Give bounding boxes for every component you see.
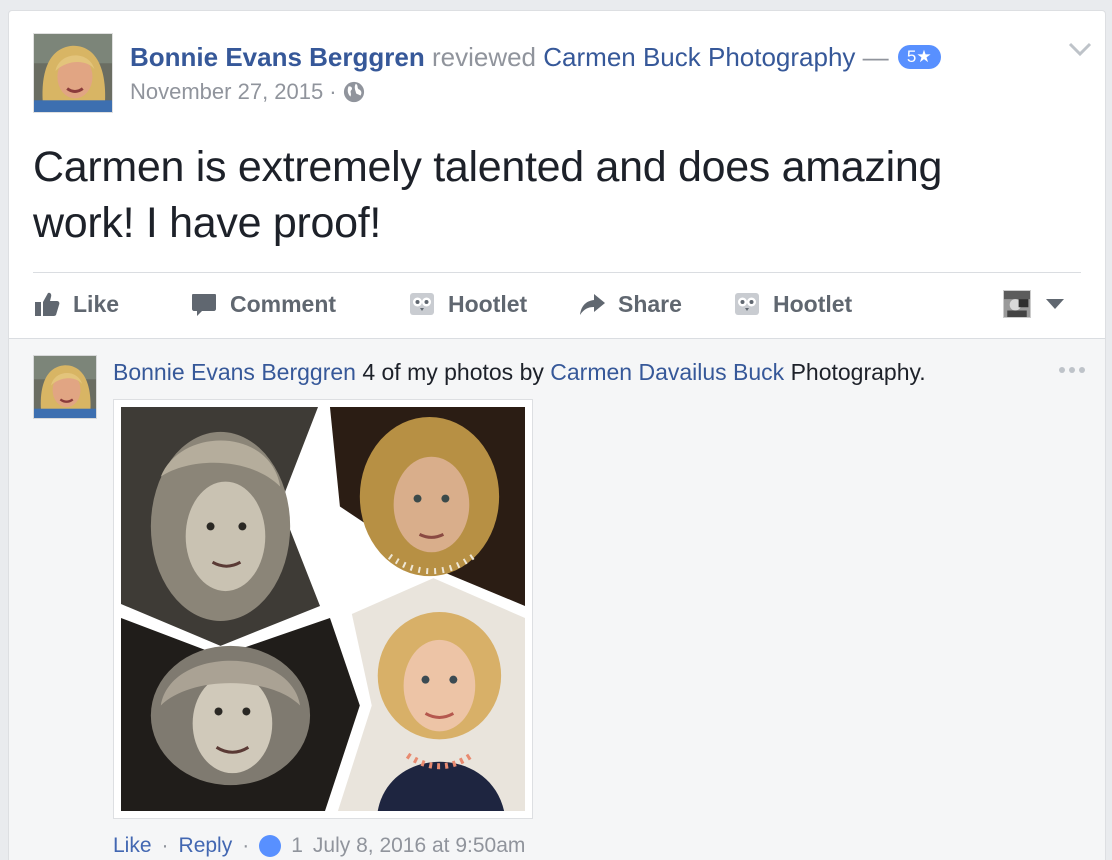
comment-like-count: 1: [291, 834, 303, 857]
post-as-selector[interactable]: [1003, 281, 1065, 327]
photo-collage-image: [121, 407, 525, 811]
like-label: Like: [73, 290, 120, 317]
hootlet-button-secondary[interactable]: Hootlet: [733, 281, 852, 327]
globe-icon[interactable]: [343, 81, 365, 103]
share-label: Share: [618, 290, 682, 317]
commenter-avatar[interactable]: [33, 355, 97, 419]
comment-button[interactable]: Comment: [190, 281, 336, 327]
tagged-person-link[interactable]: Carmen Davailus Buck: [550, 359, 784, 385]
post-header: Bonnie Evans Berggren reviewed Carmen Bu…: [33, 33, 1092, 115]
hootlet-button[interactable]: Hootlet: [408, 281, 527, 327]
page-avatar: [1003, 290, 1031, 318]
share-arrow-icon: [580, 294, 605, 315]
share-button[interactable]: Share: [578, 281, 682, 327]
caret-down-icon: [1046, 299, 1064, 309]
author-avatar-image: [34, 34, 112, 112]
hootlet-label-secondary: Hootlet: [773, 290, 853, 317]
like-button[interactable]: Like: [33, 281, 119, 327]
post-actions-bar: Like Comment Hootlet Share Hootlet: [33, 281, 1081, 327]
post-header-text: Bonnie Evans Berggren reviewed Carmen Bu…: [130, 41, 1021, 105]
hootlet-label: Hootlet: [448, 290, 528, 317]
comment-date[interactable]: July 8, 2016 at 9:50am: [313, 833, 525, 859]
page-link[interactable]: Carmen Buck Photography: [543, 42, 855, 72]
like-count-icon: [259, 835, 282, 857]
comment-reply-link[interactable]: Reply: [179, 833, 233, 859]
comment-text: Bonnie Evans Berggren 4 of my photos by …: [113, 357, 926, 387]
dash-separator: —: [862, 42, 889, 72]
owl-icon: [410, 293, 434, 315]
thumbs-up-icon: [35, 292, 60, 316]
chevron-down-icon[interactable]: [1067, 39, 1093, 59]
meta-separator: ·: [329, 79, 337, 104]
author-link[interactable]: Bonnie Evans Berggren: [130, 42, 425, 72]
actions-divider: [33, 272, 1081, 273]
rating-badge: 5★: [897, 45, 941, 69]
post-meta: November 27, 2015 ·: [130, 79, 1021, 105]
ellipsis-icon[interactable]: [1057, 365, 1087, 375]
comment-text-before: 4 of my photos by: [362, 359, 544, 385]
comments-section: Bonnie Evans Berggren 4 of my photos by …: [9, 338, 1105, 860]
owl-icon: [735, 293, 759, 315]
comment-text-after: Photography.: [790, 359, 926, 385]
author-avatar[interactable]: [33, 33, 113, 113]
commenter-link[interactable]: Bonnie Evans Berggren: [113, 359, 356, 385]
comment-photo-collage[interactable]: [113, 399, 533, 819]
meta-dot: ·: [242, 834, 250, 857]
comment-label: Comment: [230, 290, 337, 317]
review-post-card: Bonnie Evans Berggren reviewed Carmen Bu…: [8, 10, 1106, 860]
post-title-line: Bonnie Evans Berggren reviewed Carmen Bu…: [130, 41, 1021, 73]
action-word: reviewed: [431, 42, 537, 72]
post-body-text: Carmen is extremely talented and does am…: [33, 143, 943, 247]
comment-bubble-icon: [192, 294, 216, 316]
post-date[interactable]: November 27, 2015: [130, 79, 323, 105]
comment-like-link[interactable]: Like: [113, 833, 152, 859]
commenter-avatar-image: [34, 356, 96, 418]
meta-dot: ·: [161, 834, 169, 857]
comment-meta: Like · Reply · 1 July 8, 2016 at 9:50am: [113, 833, 525, 859]
